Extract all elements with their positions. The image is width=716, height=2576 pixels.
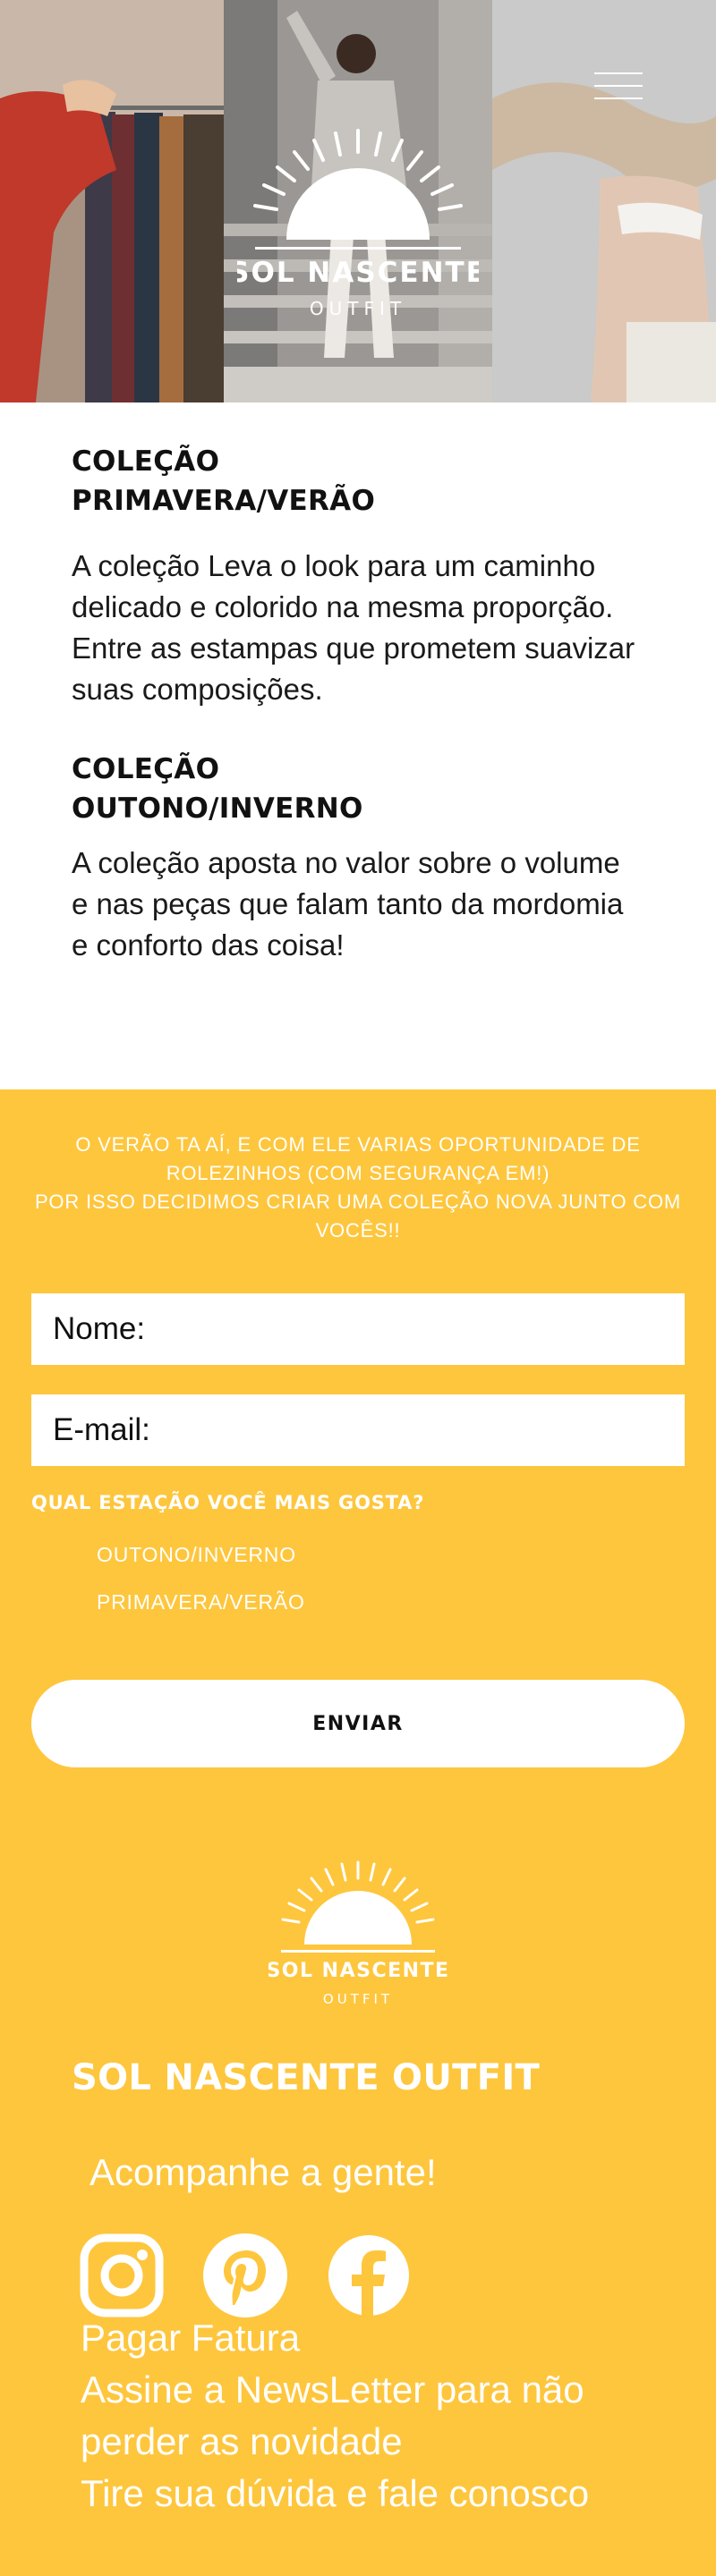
pinterest-icon[interactable]	[202, 2233, 288, 2318]
collection-title: COLEÇÃO PRIMAVERA/VERÃO	[72, 442, 375, 521]
collection-description: A coleção aposta no valor sobre o volume…	[72, 846, 624, 962]
brand-logo[interactable]: SOL NASCENTE OUTFIT	[229, 125, 485, 331]
footer-logo-brand-name: SOL NASCENTE	[268, 1960, 448, 1982]
promo-text: O VERÃO TA AÍ, E COM ELE VARIAS OPORTUNI…	[27, 1131, 689, 1245]
season-option-label: PRIMAVERA/VERÃO	[97, 1590, 305, 1614]
hero-photo-clothes-rack	[0, 0, 224, 402]
footer-brand-title: SOL NASCENTE OUTFIT	[72, 2057, 541, 2098]
season-option-primavera-verao[interactable]: PRIMAVERA/VERÃO	[72, 1590, 305, 1614]
logo-brand-name: SOL NASCENTE	[237, 257, 479, 289]
email-input[interactable]	[31, 1394, 685, 1466]
pay-invoice-link[interactable]: Pagar Fatura	[81, 2312, 300, 2364]
name-input[interactable]	[31, 1293, 685, 1365]
collection-title-line2: PRIMAVERA/VERÃO	[72, 485, 376, 517]
season-question: QUAL ESTAÇÃO VOCÊ MAIS GOSTA?	[31, 1492, 425, 1513]
footer-brand-logo[interactable]: SOL NASCENTE OUTFIT	[266, 1859, 448, 2020]
season-option-outono-inverno[interactable]: OUTONO/INVERNO	[72, 1543, 296, 1567]
collection-title-line1: COLEÇÃO	[72, 753, 220, 785]
promo-line2: POR ISSO DECIDIMOS CRIAR UMA COLEÇÃO NOV…	[34, 1191, 682, 1241]
footer-logo-brand-sub: OUTFIT	[323, 1991, 393, 2007]
season-option-label: OUTONO/INVERNO	[97, 1543, 296, 1566]
send-button[interactable]: ENVIAR	[31, 1680, 685, 1767]
collection-title: COLEÇÃO OUTONO/INVERNO	[72, 750, 363, 828]
facebook-icon[interactable]	[326, 2233, 412, 2318]
hero-banner: SOL NASCENTE OUTFIT	[0, 0, 716, 402]
collection-title-line2: OUTONO/INVERNO	[72, 792, 363, 825]
collection-description: A coleção Leva o look para um caminho de…	[72, 549, 635, 706]
logo-brand-sub: OUTFIT	[310, 298, 406, 319]
follow-us-text: Acompanhe a gente!	[90, 2151, 437, 2193]
hamburger-menu-icon[interactable]	[594, 70, 643, 102]
promo-line1: O VERÃO TA AÍ, E COM ELE VARIAS OPORTUNI…	[75, 1133, 641, 1184]
collection-title-line1: COLEÇÃO	[72, 445, 220, 478]
contact-link[interactable]: Tire sua dúvida e fale conosco	[81, 2468, 589, 2520]
instagram-icon[interactable]	[79, 2233, 165, 2318]
hero-photo-fabric	[492, 0, 716, 402]
newsletter-link[interactable]: Assine a NewsLetter para não perder as n…	[81, 2364, 653, 2468]
